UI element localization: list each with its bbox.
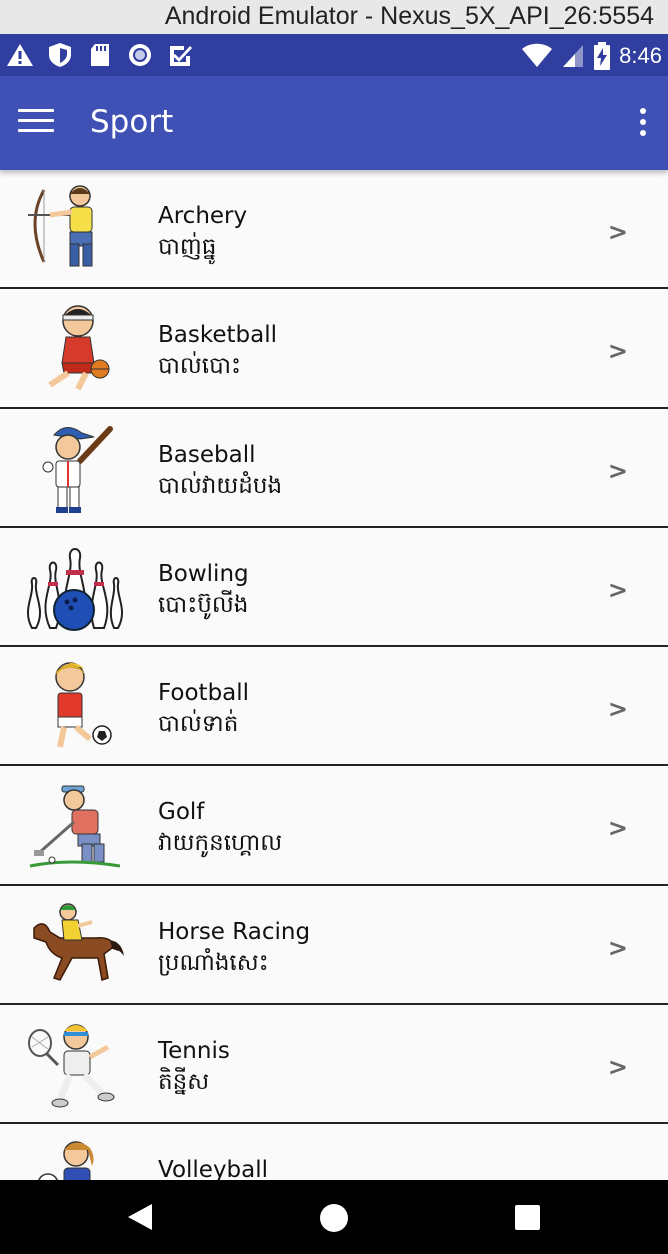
wifi-icon bbox=[522, 43, 553, 67]
window-title: Android Emulator - Nexus_5X_API_26:5554 bbox=[0, 0, 668, 34]
list-item-football[interactable]: Football បាល់ទាត់ > bbox=[0, 647, 668, 767]
list-item-archery[interactable]: Archery បាញ់ធ្នូ > bbox=[0, 170, 668, 290]
signal-icon bbox=[563, 45, 584, 67]
sport-name-khmer: តិន្នីស bbox=[158, 1069, 210, 1096]
sport-name: Volleyball bbox=[158, 1157, 269, 1180]
sport-name: Golf bbox=[158, 799, 205, 826]
chevron-right-icon: > bbox=[607, 456, 628, 485]
sport-name-khmer: បោះប៊ូលីង bbox=[158, 591, 249, 618]
volleyball-player-icon bbox=[38, 1141, 94, 1180]
warning-icon bbox=[7, 44, 33, 66]
sport-name-khmer: វាយកូនហ្គោល bbox=[158, 830, 283, 857]
sport-name: Tennis bbox=[158, 1038, 230, 1065]
page-title: Sport bbox=[90, 104, 174, 140]
sport-name: Archery bbox=[158, 203, 248, 229]
home-icon[interactable] bbox=[320, 1204, 348, 1232]
list-item-volleyball[interactable]: Volleyball bbox=[0, 1124, 668, 1180]
sport-name-khmer: បាល់បោះ bbox=[158, 353, 242, 380]
overflow-menu-icon[interactable] bbox=[636, 108, 650, 140]
app-bar: Sport bbox=[0, 76, 668, 170]
sport-name: Basketball bbox=[158, 322, 277, 349]
battery-charging-icon bbox=[594, 42, 611, 70]
back-icon[interactable] bbox=[128, 1204, 152, 1230]
bowling-icon bbox=[27, 547, 123, 631]
horse-rider-icon bbox=[33, 903, 124, 981]
chevron-right-icon: > bbox=[607, 575, 628, 604]
sport-name-khmer: បាល់ទាត់ bbox=[158, 711, 239, 738]
list-item-golf[interactable]: Golf វាយកូនហ្គោល > bbox=[0, 766, 668, 886]
sport-name-khmer: បាល់វាយដំបង bbox=[158, 472, 283, 499]
recent-apps-icon[interactable] bbox=[515, 1205, 540, 1230]
sport-name: Baseball bbox=[158, 441, 256, 468]
sport-name-khmer: បាញ់ធ្នូ bbox=[158, 234, 217, 260]
sport-list: Archery បាញ់ធ្នូ > Basketball បាល់បោះ > bbox=[0, 170, 668, 1180]
navigation-bar bbox=[0, 1180, 668, 1254]
basketball-player-icon bbox=[48, 305, 110, 391]
chevron-right-icon: > bbox=[607, 814, 628, 843]
chevron-right-icon: > bbox=[607, 218, 628, 246]
record-icon bbox=[129, 44, 151, 66]
status-bar: 8:46 bbox=[0, 34, 668, 76]
list-item-baseball[interactable]: Baseball បាល់វាយដំបង > bbox=[0, 408, 668, 528]
football-player-icon bbox=[55, 662, 112, 748]
clock: 8:46 bbox=[619, 43, 662, 68]
sport-name: Football bbox=[158, 680, 250, 707]
chevron-right-icon: > bbox=[607, 933, 628, 962]
list-item-bowling[interactable]: Bowling បោះប៊ូលីង > bbox=[0, 527, 668, 648]
sport-name: Horse Racing bbox=[158, 918, 311, 945]
tennis-player-icon bbox=[28, 1024, 115, 1108]
archer-icon bbox=[28, 185, 93, 267]
list-item-horse-racing[interactable]: Horse Racing ប្រណាំងសេះ > bbox=[0, 885, 668, 1006]
chevron-right-icon: > bbox=[607, 337, 628, 366]
list-item-tennis[interactable]: Tennis តិន្នីស > bbox=[0, 1005, 668, 1125]
hamburger-menu-icon[interactable] bbox=[18, 109, 54, 137]
chevron-right-icon: > bbox=[607, 1053, 628, 1082]
sd-card-icon bbox=[91, 44, 109, 66]
checkbox-icon bbox=[170, 46, 192, 66]
shield-icon bbox=[49, 43, 71, 67]
list-item-basketball[interactable]: Basketball បាល់បោះ > bbox=[0, 289, 668, 409]
sport-name: Bowling bbox=[158, 560, 249, 587]
chevron-right-icon: > bbox=[607, 695, 628, 724]
sport-name-khmer: ប្រណាំងសេះ bbox=[158, 949, 269, 976]
golfer-icon bbox=[29, 785, 121, 868]
baseball-player-icon bbox=[42, 425, 113, 513]
